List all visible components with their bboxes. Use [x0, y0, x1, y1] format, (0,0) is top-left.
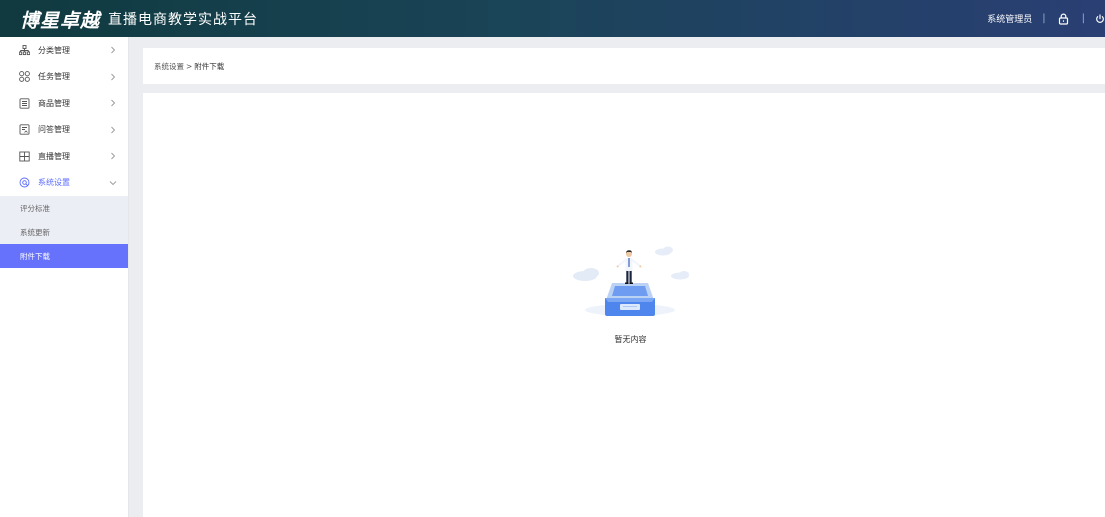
- sidebar-item-live[interactable]: 直播管理: [0, 143, 128, 170]
- sidebar: 分类管理 任务管理 商品管理 问答管理 直播管理 系统设置 评分标准 系统更新 …: [0, 37, 129, 517]
- power-icon[interactable]: [1095, 11, 1105, 27]
- sidebar-item-task[interactable]: 任务管理: [0, 64, 128, 91]
- submenu-item-update[interactable]: 系统更新: [0, 220, 128, 244]
- sidebar-item-label: 系统设置: [38, 178, 70, 188]
- brand-logo: 博星卓越: [20, 9, 101, 32]
- chevron-right-icon: [111, 99, 116, 107]
- breadcrumb: 系统设置 > 附件下载: [143, 48, 1105, 84]
- chevron-right-icon: [111, 152, 116, 160]
- sidebar-item-product[interactable]: 商品管理: [0, 90, 128, 117]
- category-tree-icon: [18, 44, 30, 56]
- header-actions: 系统管理员 | |: [987, 0, 1105, 37]
- chevron-right-icon: [111, 126, 116, 133]
- sidebar-item-label: 商品管理: [38, 98, 70, 108]
- empty-state: 暂无内容: [568, 238, 693, 345]
- sidebar-item-label: 直播管理: [38, 151, 70, 161]
- chevron-right-icon: [111, 46, 116, 54]
- task-grid-icon: [18, 71, 30, 83]
- breadcrumb-parent[interactable]: 系统设置: [154, 61, 184, 72]
- lock-icon[interactable]: [1056, 11, 1072, 27]
- brand: 博星卓越 直播电商教学实战平台: [20, 7, 259, 32]
- empty-state-text: 暂无内容: [614, 335, 647, 344]
- submenu-item-attachments[interactable]: 附件下载: [0, 244, 128, 268]
- sidebar-item-label: 任务管理: [38, 72, 70, 82]
- sidebar-item-qa[interactable]: 问答管理: [0, 117, 128, 144]
- sidebar-item-label: 分类管理: [38, 45, 70, 55]
- sidebar-item-settings[interactable]: 系统设置: [0, 170, 128, 197]
- breadcrumb-current: 附件下载: [194, 61, 225, 71]
- submenu-item-scoring[interactable]: 评分标准: [0, 196, 128, 220]
- main-content: 暂无内容: [143, 93, 1105, 517]
- chevron-down-icon: [109, 180, 117, 185]
- header-separator: |: [1042, 13, 1046, 24]
- sidebar-item-label: 问答管理: [38, 125, 70, 135]
- top-header: 博星卓越 直播电商教学实战平台 系统管理员 | |: [0, 0, 1105, 37]
- user-name[interactable]: 系统管理员: [987, 12, 1032, 25]
- live-grid-icon: [18, 150, 30, 162]
- qa-document-icon: [18, 124, 30, 136]
- empty-box-illustration: [573, 246, 689, 316]
- platform-title: 直播电商教学实战平台: [108, 12, 259, 28]
- settings-icon: [18, 177, 30, 189]
- chevron-right-icon: [111, 73, 116, 80]
- product-list-icon: [18, 97, 30, 109]
- header-separator-2: |: [1081, 13, 1085, 24]
- breadcrumb-separator: >: [186, 61, 193, 71]
- settings-submenu: 评分标准 系统更新 附件下载: [0, 196, 128, 268]
- sidebar-item-category[interactable]: 分类管理: [0, 37, 128, 64]
